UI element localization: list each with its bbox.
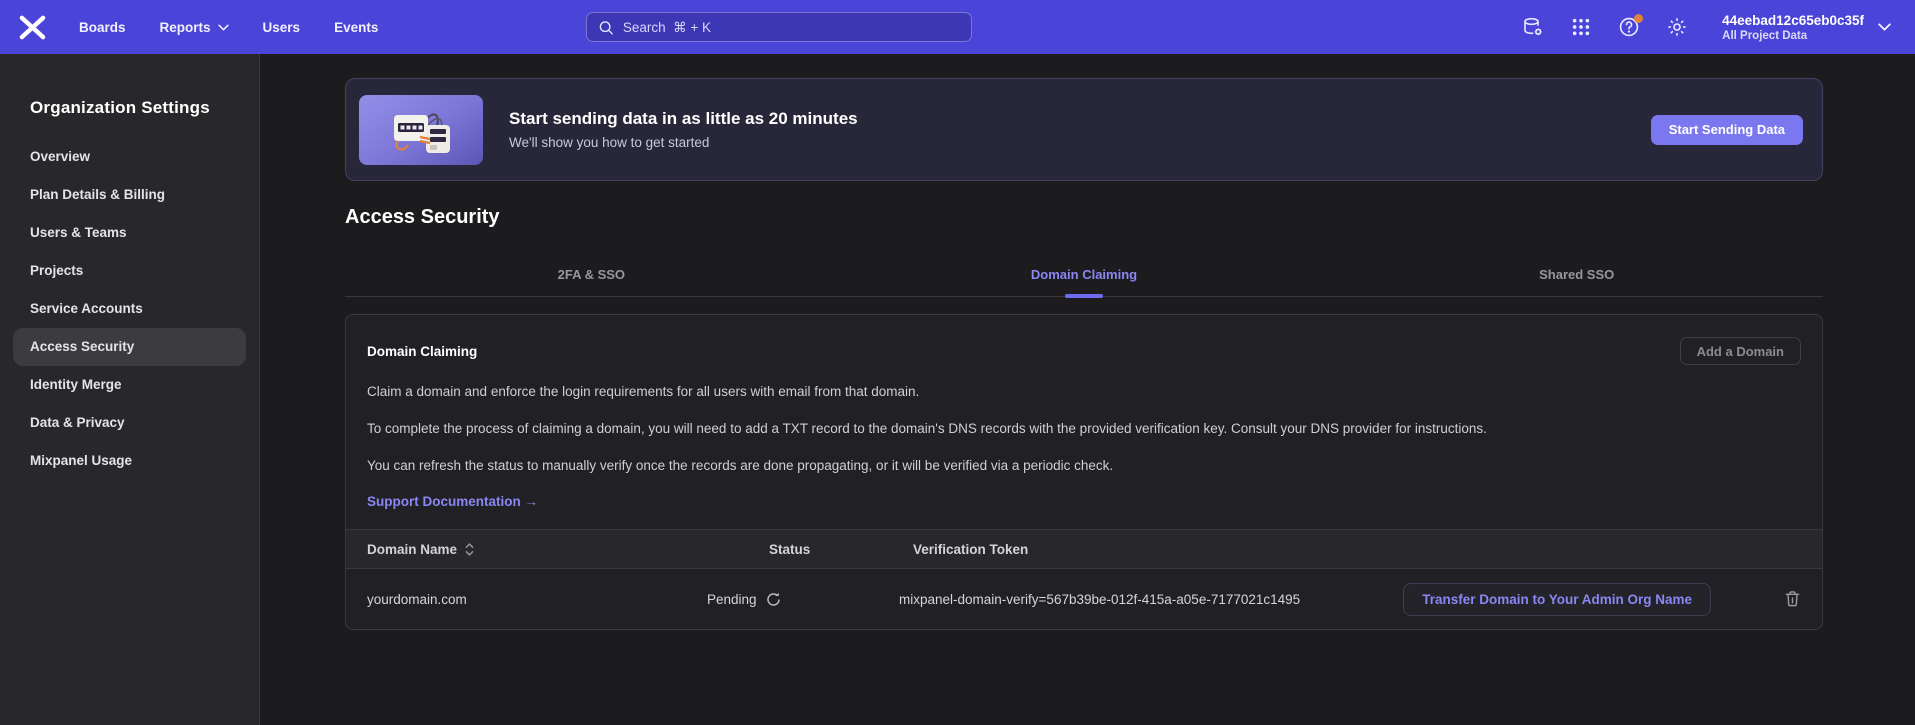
- transfer-domain-button[interactable]: Transfer Domain to Your Admin Org Name: [1403, 583, 1711, 616]
- tab-shared-sso[interactable]: Shared SSO: [1330, 267, 1823, 296]
- help-icon[interactable]: [1618, 16, 1640, 38]
- main-area: Start sending data in as little as 20 mi…: [261, 54, 1915, 725]
- nav-item-label: Boards: [79, 20, 126, 35]
- support-documentation-link[interactable]: Support Documentation →: [367, 494, 538, 509]
- refresh-status-icon[interactable]: [766, 592, 781, 607]
- notification-dot: [1634, 14, 1643, 23]
- column-label: Domain Name: [367, 542, 457, 557]
- settings-gear-icon[interactable]: [1666, 16, 1688, 38]
- sidebar-item-service-accounts[interactable]: Service Accounts: [13, 290, 246, 328]
- sort-icon[interactable]: [465, 543, 474, 556]
- card-title: Domain Claiming: [367, 344, 477, 359]
- sidebar-title: Organization Settings: [30, 98, 259, 118]
- org-id: 44eebad12c65eb0c35f: [1722, 12, 1864, 29]
- start-sending-data-button[interactable]: Start Sending Data: [1651, 115, 1803, 145]
- nav-item-events[interactable]: Events: [334, 20, 378, 35]
- chevron-down-icon: [218, 24, 229, 31]
- row-actions: Transfer Domain to Your Admin Org Name: [1381, 583, 1801, 616]
- column-header-verification-token: Verification Token: [857, 542, 1381, 557]
- nav-item-users[interactable]: Users: [263, 20, 301, 35]
- delete-domain-icon[interactable]: [1784, 590, 1801, 608]
- tab-2fa-sso[interactable]: 2FA & SSO: [345, 267, 838, 296]
- sidebar-item-mixpanel-usage[interactable]: Mixpanel Usage: [13, 442, 246, 480]
- tab-domain-claiming[interactable]: Domain Claiming: [838, 267, 1331, 296]
- nav-item-label: Events: [334, 20, 378, 35]
- sidebar-item-overview[interactable]: Overview: [13, 138, 246, 176]
- nav-item-label: Users: [263, 20, 301, 35]
- nav-item-reports[interactable]: Reports: [160, 20, 229, 35]
- banner-title: Start sending data in as little as 20 mi…: [509, 109, 858, 129]
- nav-item-boards[interactable]: Boards: [79, 20, 126, 35]
- card-description-3: You can refresh the status to manually v…: [367, 455, 1532, 476]
- sidebar-nav: Overview Plan Details & Billing Users & …: [0, 138, 259, 480]
- chevron-down-icon: [1878, 23, 1891, 31]
- status-cell: Pending: [707, 592, 857, 607]
- project-name: All Project Data: [1722, 29, 1864, 43]
- domain-table-row: yourdomain.com Pending mixpanel-domain-v…: [346, 569, 1822, 629]
- data-management-icon[interactable]: [1522, 16, 1544, 38]
- top-navbar: Boards Reports Users Events: [0, 0, 1915, 54]
- domain-claiming-card: Domain Claiming Add a Domain Claim a dom…: [345, 314, 1823, 630]
- apps-grid-icon[interactable]: [1570, 16, 1592, 38]
- column-header-status: Status: [707, 542, 857, 557]
- sidebar-item-identity-merge[interactable]: Identity Merge: [13, 366, 246, 404]
- sidebar-item-data-privacy[interactable]: Data & Privacy: [13, 404, 246, 442]
- primary-nav: Boards Reports Users Events: [79, 20, 378, 35]
- search-input[interactable]: [623, 20, 960, 35]
- domains-table-header: Domain Name Status Verification Token: [346, 529, 1822, 569]
- sidebar-item-projects[interactable]: Projects: [13, 252, 246, 290]
- add-domain-button[interactable]: Add a Domain: [1680, 337, 1801, 365]
- domain-name-cell: yourdomain.com: [367, 592, 707, 607]
- banner-subtitle: We'll show you how to get started: [509, 135, 858, 150]
- mixpanel-logo-icon[interactable]: [18, 15, 47, 40]
- global-search[interactable]: [586, 12, 972, 42]
- settings-sidebar: Organization Settings Overview Plan Deta…: [0, 54, 260, 725]
- status-value: Pending: [707, 592, 757, 607]
- search-icon: [598, 19, 614, 36]
- nav-item-label: Reports: [160, 20, 211, 35]
- onboarding-banner: Start sending data in as little as 20 mi…: [345, 78, 1823, 181]
- banner-illustration: [359, 95, 483, 165]
- column-header-domain-name[interactable]: Domain Name: [367, 542, 707, 557]
- sidebar-item-users-teams[interactable]: Users & Teams: [13, 214, 246, 252]
- sidebar-item-plan-details-billing[interactable]: Plan Details & Billing: [13, 176, 246, 214]
- page-title: Access Security: [345, 206, 1823, 229]
- verification-token-cell: mixpanel-domain-verify=567b39be-012f-415…: [857, 592, 1381, 607]
- navbar-right-cluster: 44eebad12c65eb0c35f All Project Data: [1522, 12, 1891, 43]
- card-description-1: Claim a domain and enforce the login req…: [367, 381, 1532, 402]
- access-security-tabs: 2FA & SSO Domain Claiming Shared SSO: [345, 267, 1823, 297]
- card-description-2: To complete the process of claiming a do…: [367, 418, 1532, 439]
- sidebar-item-access-security[interactable]: Access Security: [13, 328, 246, 366]
- account-switcher[interactable]: 44eebad12c65eb0c35f All Project Data: [1722, 12, 1891, 43]
